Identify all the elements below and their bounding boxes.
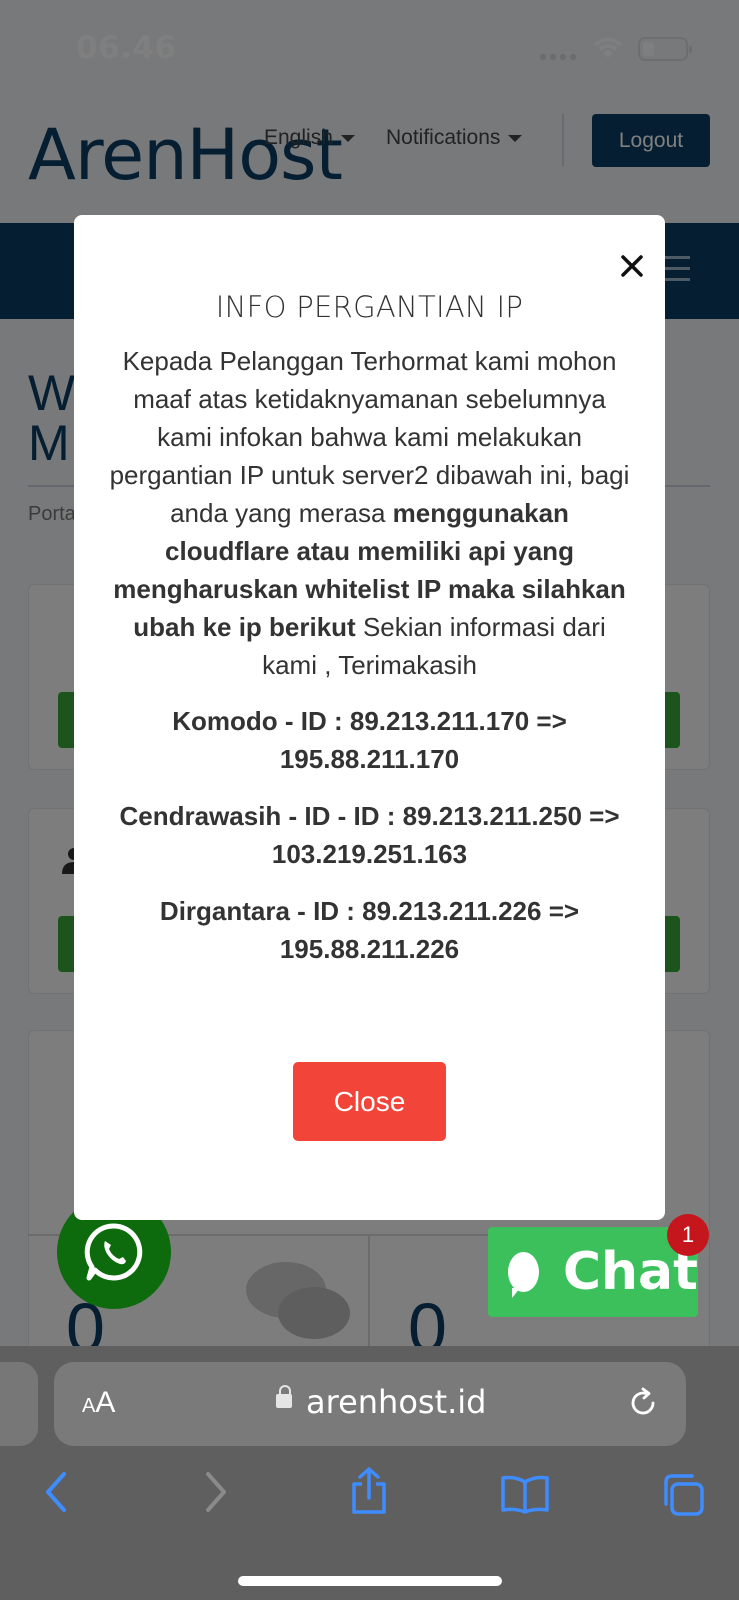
- share-icon[interactable]: [348, 1466, 390, 1521]
- close-icon[interactable]: [616, 250, 648, 282]
- back-icon[interactable]: [42, 1470, 72, 1519]
- previous-tab-pill[interactable]: [0, 1362, 38, 1446]
- close-button[interactable]: Close: [293, 1062, 446, 1141]
- home-indicator[interactable]: [238, 1576, 502, 1586]
- reader-settings-button[interactable]: AA: [82, 1386, 115, 1420]
- forward-icon[interactable]: [200, 1470, 230, 1519]
- tabs-icon[interactable]: [660, 1472, 706, 1523]
- whatsapp-icon: [84, 1223, 143, 1281]
- ip-change-item: Komodo - ID : 89.213.211.170 => 195.88.2…: [172, 706, 567, 774]
- url-text[interactable]: arenhost.id: [306, 1383, 486, 1421]
- ip-change-item: Cendrawasih - ID - ID : 89.213.211.250 =…: [119, 801, 620, 869]
- modal-message: Kepada Pelanggan Terhormat kami mohon ma…: [108, 342, 631, 684]
- modal-title: INFO PERGANTIAN IP: [215, 290, 524, 324]
- chat-unread-badge: 1: [667, 1214, 709, 1256]
- aa-large: A: [95, 1386, 116, 1419]
- chat-icon: [508, 1252, 539, 1298]
- chat-button[interactable]: Chat: [488, 1227, 698, 1317]
- ip-change-item: Dirgantara - ID : 89.213.211.226 => 195.…: [159, 896, 580, 964]
- lock-icon: [276, 1385, 292, 1408]
- bookmarks-icon[interactable]: [500, 1474, 550, 1519]
- reload-icon[interactable]: [626, 1386, 660, 1425]
- aa-small: A: [82, 1395, 96, 1417]
